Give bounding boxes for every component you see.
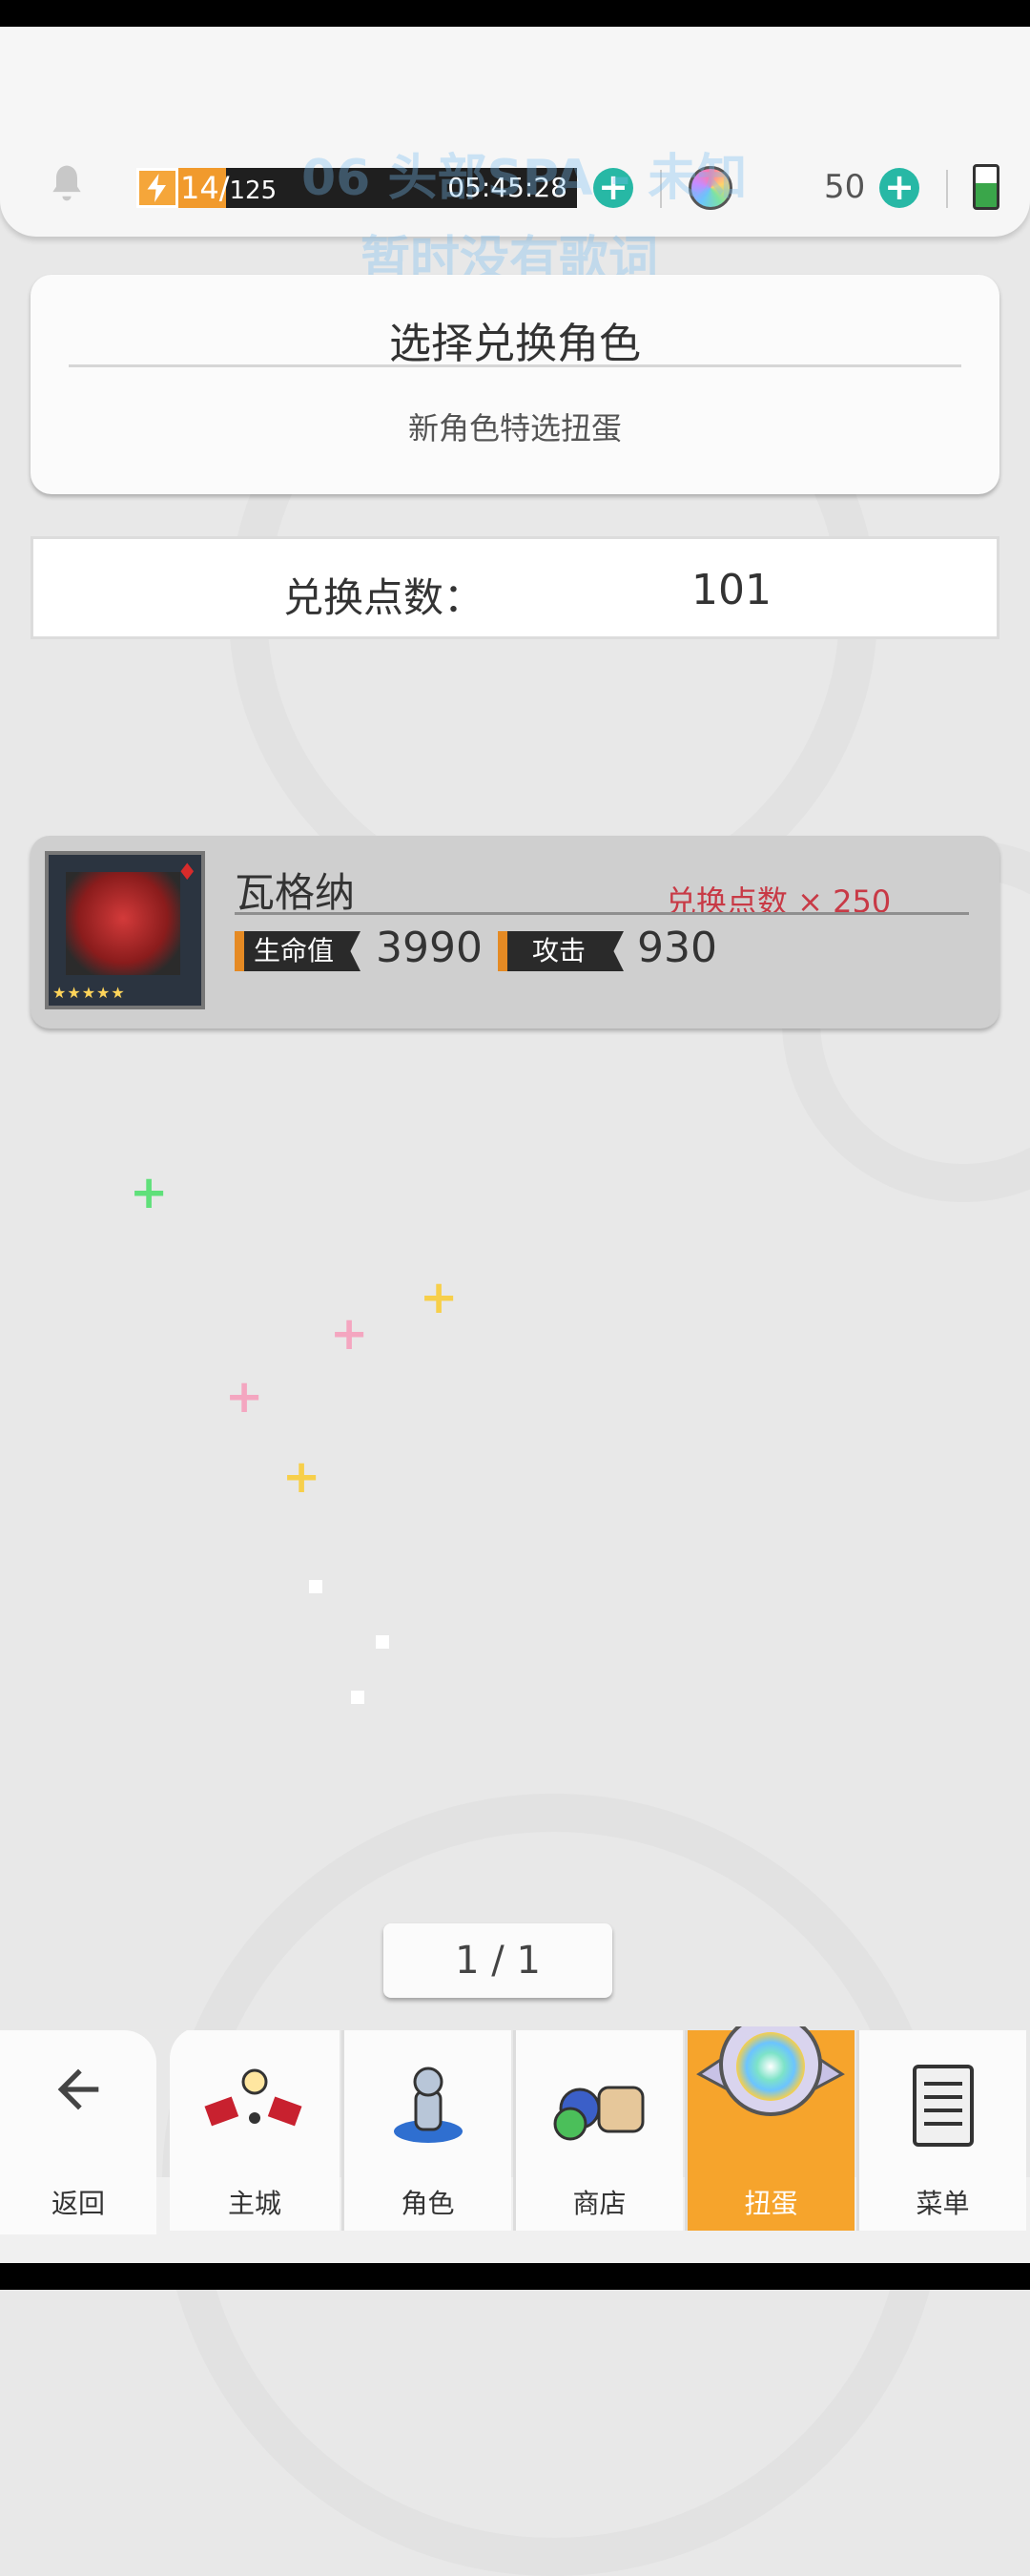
sparkle-decoration: + — [420, 1271, 459, 1324]
exchange-points-bar: 兑换点数： 101 — [31, 536, 999, 639]
points-label: 兑换点数： — [283, 574, 484, 621]
character-card[interactable]: ♦ ★★★★★ 瓦格纳 兑换点数 × 250 生命值 3990 攻击 930 — [31, 836, 999, 1028]
nav-label: 商店 — [572, 2188, 627, 2219]
bottom-navigation: 主城 角色 商店 扭蛋 菜单 — [170, 2026, 1030, 2231]
bell-icon[interactable] — [46, 162, 88, 204]
nav-item-shop[interactable]: 商店 — [513, 2030, 683, 2231]
menu-icon — [912, 2065, 974, 2147]
select-character-panel: 选择兑换角色 新角色特选扭蛋 — [31, 275, 999, 494]
sparkle-decoration: + — [330, 1307, 369, 1361]
sparkle-dot — [376, 1635, 389, 1649]
character-icon — [393, 2067, 463, 2143]
hp-value: 3990 — [376, 924, 483, 972]
nav-label: 角色 — [401, 2188, 455, 2219]
energy-count: 14/125 — [180, 170, 278, 206]
panel-title: 选择兑换角色 — [389, 320, 641, 368]
gem-count: 50 — [824, 168, 866, 206]
lyric-overlay-line1: 06 头部SPA - 未知 — [301, 150, 748, 207]
sparkle-decoration: + — [282, 1450, 321, 1504]
nav-label: 主城 — [227, 2188, 281, 2219]
dragon-portrait-image — [66, 872, 180, 975]
back-button[interactable]: 返回 — [0, 2030, 156, 2234]
nav-item-gacha[interactable]: 扭蛋 — [685, 2026, 855, 2231]
diamond-suit-icon: ♦ — [176, 859, 197, 885]
sparkle-decoration: + — [225, 1370, 264, 1423]
exchange-cost: 兑换点数 × 250 — [666, 883, 892, 920]
character-portrait: ♦ ★★★★★ — [45, 851, 205, 1009]
shop-icon — [553, 2086, 644, 2141]
system-status-bar — [0, 0, 1030, 27]
divider — [946, 170, 948, 208]
nav-item-menu[interactable]: 菜单 — [856, 2030, 1026, 2231]
lightning-icon — [136, 168, 178, 208]
divider — [235, 912, 969, 915]
battery-icon — [973, 164, 999, 210]
gacha-icon — [696, 2026, 845, 2116]
points-value: 101 — [691, 566, 772, 614]
sparkle-dot — [309, 1580, 322, 1593]
sparkle-decoration: + — [130, 1166, 169, 1219]
nav-item-character[interactable]: 角色 — [341, 2030, 511, 2231]
divider — [69, 364, 961, 367]
back-label: 返回 — [51, 2188, 105, 2219]
attack-value: 930 — [637, 924, 717, 972]
attack-label-tag: 攻击 — [498, 931, 624, 971]
panel-subtitle: 新角色特选扭蛋 — [407, 410, 622, 447]
sparkle-dot — [351, 1691, 364, 1704]
rarity-stars: ★★★★★ — [52, 984, 126, 1002]
nav-label: 扭蛋 — [744, 2188, 798, 2219]
page-indicator: 1 / 1 — [383, 1923, 612, 1998]
add-gem-button[interactable]: + — [879, 168, 919, 208]
system-navigation-bar — [0, 2263, 1030, 2290]
nav-label: 菜单 — [916, 2188, 970, 2219]
nav-item-castle[interactable]: 主城 — [170, 2030, 340, 2231]
castle-icon — [204, 2068, 302, 2127]
character-name: 瓦格纳 — [235, 869, 356, 916]
back-arrow-icon — [57, 2068, 99, 2110]
hp-label-tag: 生命值 — [235, 931, 360, 971]
